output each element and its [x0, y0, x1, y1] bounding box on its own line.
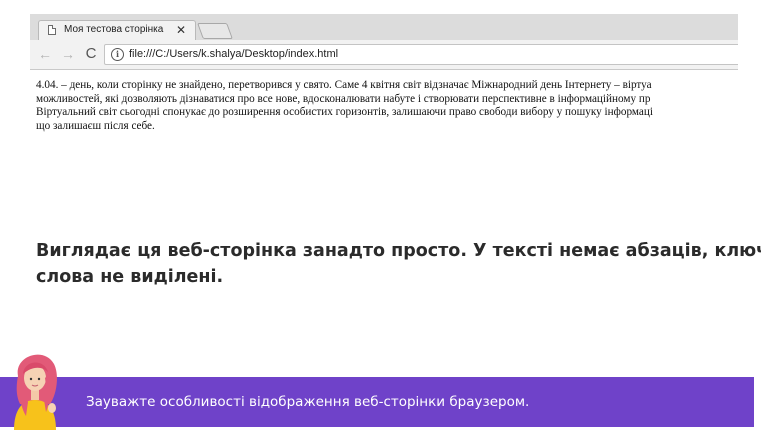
comment-line: слова не виділені.: [36, 267, 224, 287]
girl-avatar-icon: [14, 354, 57, 430]
browser-window: Моя тестова сторінка ✕ ← → C i file:///C…: [30, 14, 738, 142]
new-tab-button[interactable]: [197, 23, 233, 39]
page-text-line: Віртуальний світ сьогодні спонукає до ро…: [36, 106, 653, 119]
page-body-text: 4.04. – день, коли сторінку не знайдено,…: [36, 79, 738, 133]
page-text-line: можливостей, які дозволяють дізнаватися …: [36, 92, 651, 105]
info-icon[interactable]: i: [111, 48, 124, 61]
tab-strip: Моя тестова сторінка ✕: [30, 14, 738, 40]
address-bar[interactable]: i file:///C:/Users/k.shalya/Desktop/inde…: [104, 44, 738, 65]
tab-title: Моя тестова сторінка: [64, 24, 164, 35]
hint-banner: Зауважте особливості відображення веб-ст…: [0, 377, 754, 427]
close-icon[interactable]: ✕: [176, 22, 186, 38]
slide-comment: Виглядає ця веб-сторінка занадто просто.…: [36, 238, 761, 290]
url-text[interactable]: file:///C:/Users/k.shalya/Desktop/index.…: [129, 48, 338, 60]
banner-text: Зауважте особливості відображення веб-ст…: [86, 394, 530, 410]
reload-icon[interactable]: C: [83, 46, 99, 62]
page-icon: [48, 25, 56, 35]
comment-line: Виглядає ця веб-сторінка занадто просто.…: [36, 241, 761, 261]
page-viewport: 4.04. – день, коли сторінку не знайдено,…: [30, 70, 738, 142]
forward-arrow-icon[interactable]: →: [60, 46, 76, 62]
page-text-line: 4.04. – день, коли сторінку не знайдено,…: [36, 79, 652, 91]
browser-toolbar: ← → C i file:///C:/Users/k.shalya/Deskto…: [30, 40, 738, 70]
tab-active[interactable]: Моя тестова сторінка ✕: [38, 20, 196, 40]
page-text-line: що залишаєш після себе.: [36, 119, 155, 132]
back-arrow-icon[interactable]: ←: [37, 46, 53, 62]
